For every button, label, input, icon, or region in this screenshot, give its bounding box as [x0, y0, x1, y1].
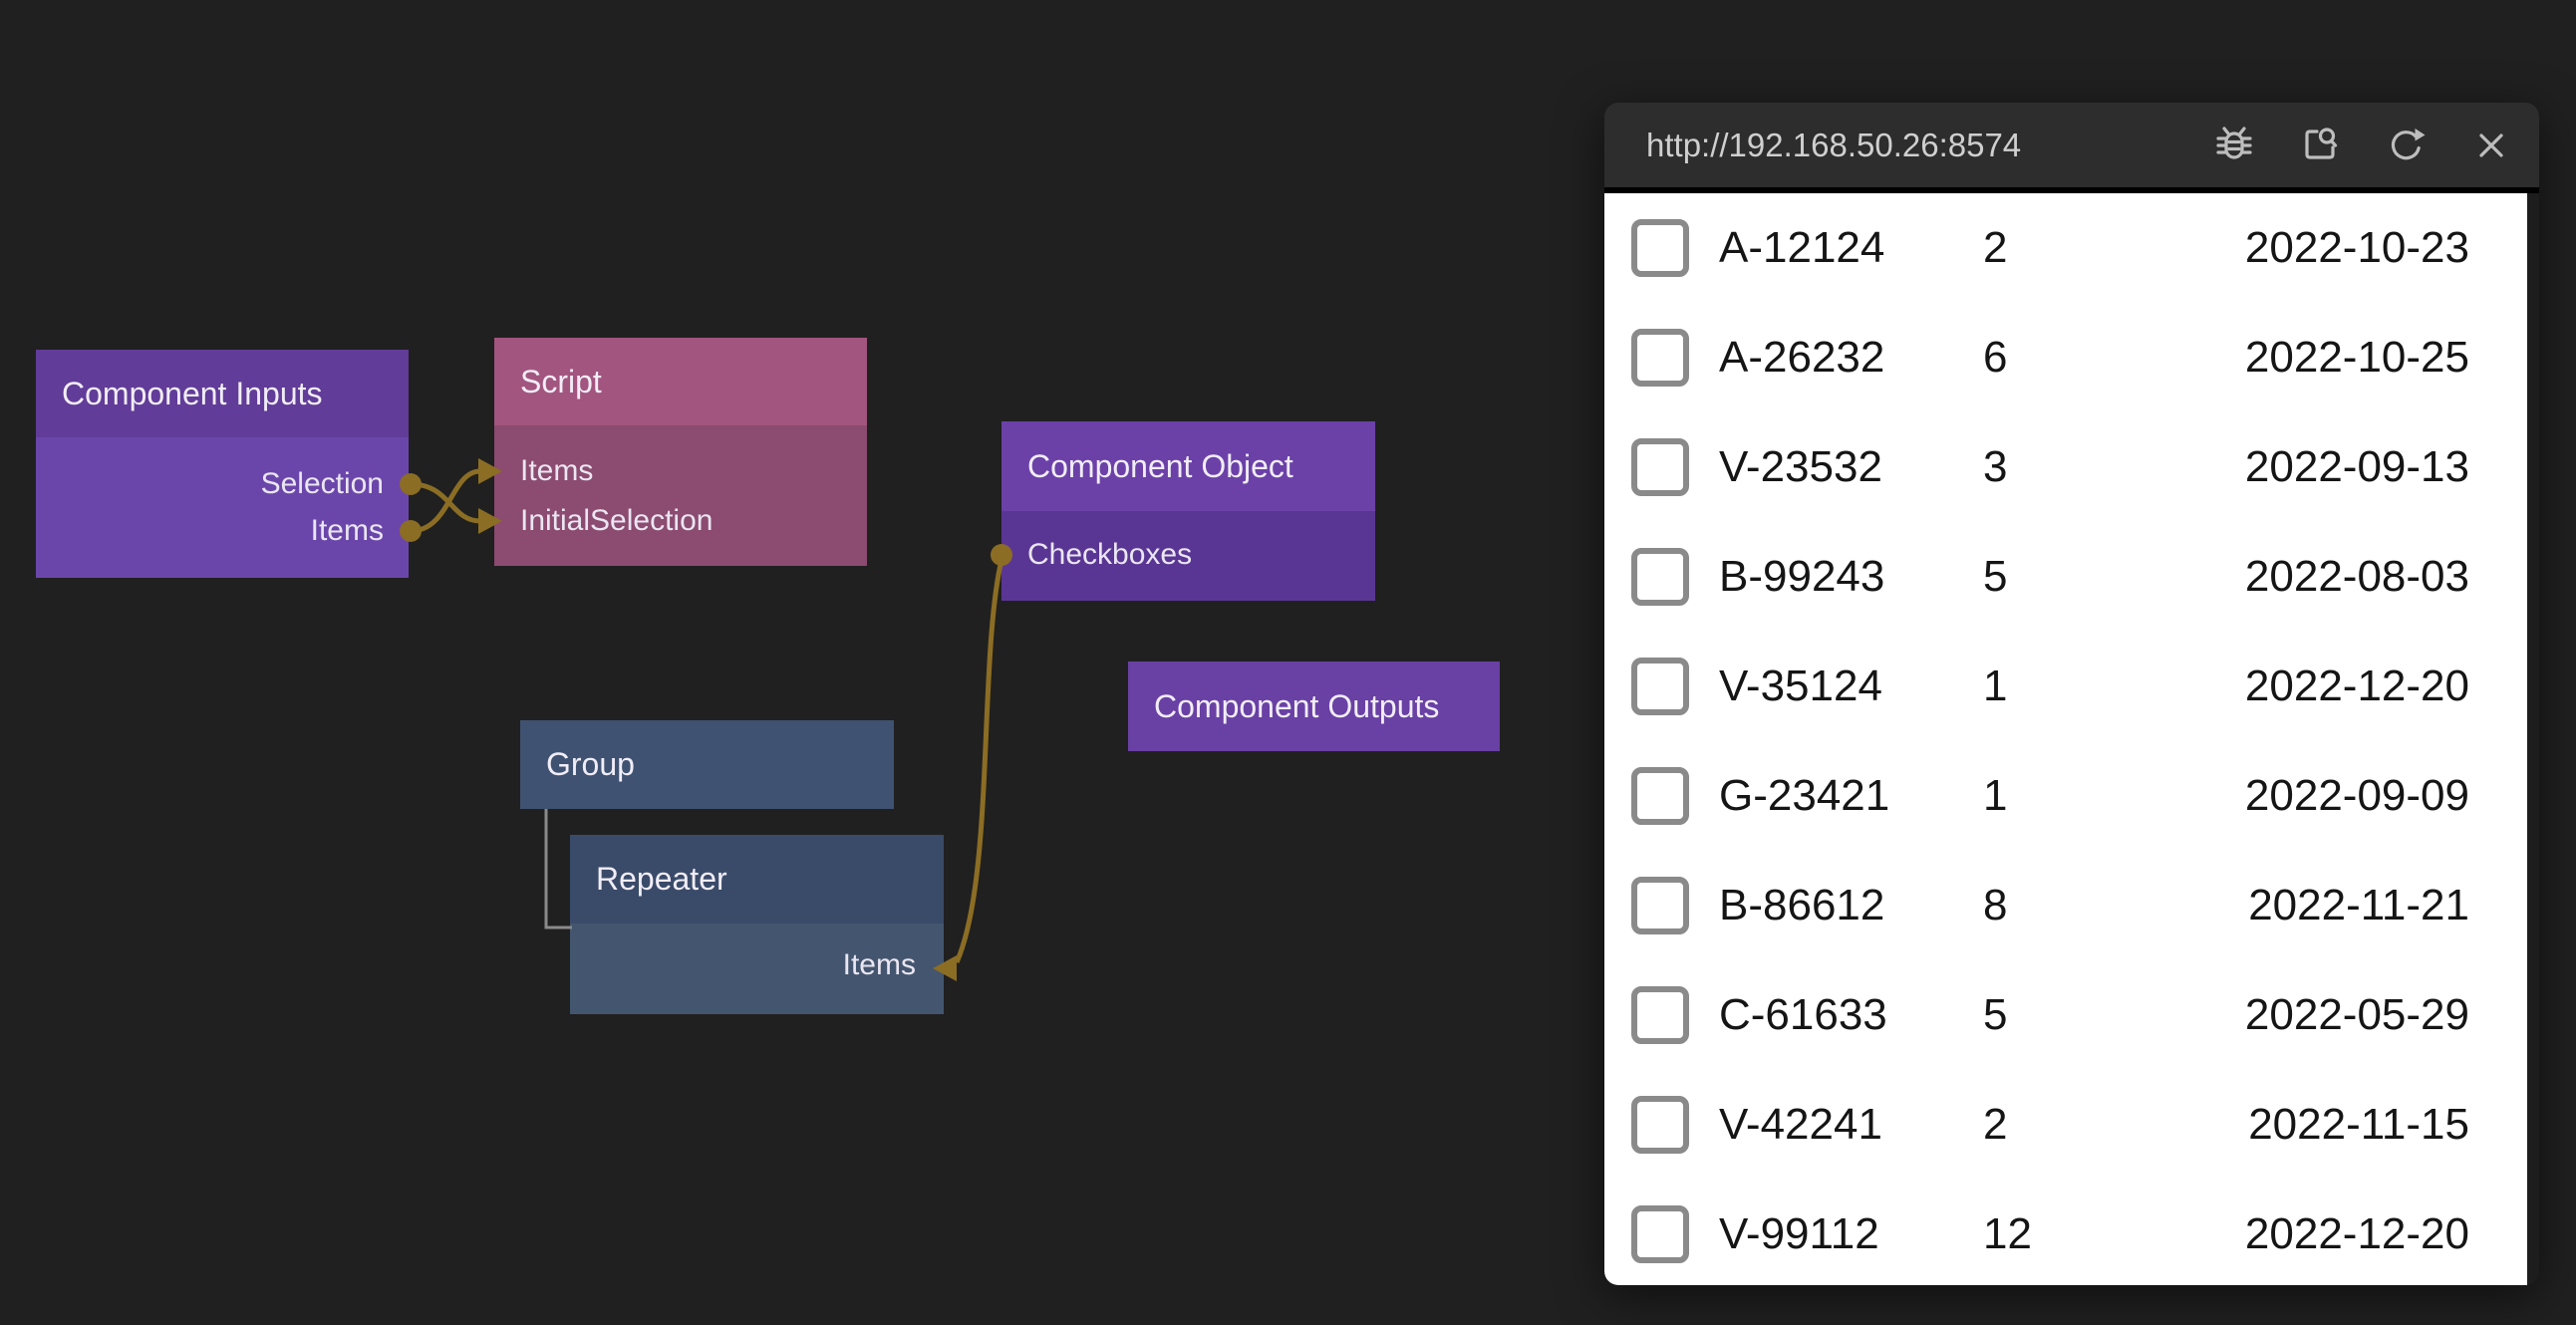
wire-selection-initialselection[interactable]	[411, 484, 480, 521]
node-group[interactable]: Group	[520, 720, 894, 809]
inspect-page-icon	[2298, 124, 2342, 167]
node-component-object[interactable]: Component Object Checkboxes	[1002, 421, 1375, 601]
table-row: V-99112 12 2022-12-20	[1604, 1180, 2527, 1285]
row-date: 2022-09-13	[2245, 412, 2469, 522]
wire-checkboxes-repeater-items[interactable]	[957, 560, 1002, 962]
refresh-button[interactable]	[2384, 124, 2428, 167]
debug-button[interactable]	[2212, 124, 2256, 167]
port-items-input[interactable]: Items	[843, 948, 916, 982]
preview-toolbar: http://192.168.50.26:8574	[1604, 103, 2539, 187]
node-script[interactable]: Script Items InitialSelection	[494, 338, 867, 566]
row-quantity: 5	[1983, 522, 2007, 632]
wire-items-items[interactable]	[411, 471, 480, 531]
inspect-page-button[interactable]	[2298, 124, 2342, 167]
node-component-outputs[interactable]: Component Outputs	[1128, 662, 1500, 751]
node-title: Group	[520, 720, 894, 809]
node-title: Repeater	[570, 835, 944, 924]
row-checkbox[interactable]	[1631, 548, 1689, 606]
row-id: V-23532	[1719, 412, 1882, 522]
row-id: C-61633	[1719, 960, 1887, 1070]
row-date: 2022-09-09	[2245, 741, 2469, 851]
row-quantity: 12	[1983, 1180, 2032, 1285]
row-checkbox[interactable]	[1631, 329, 1689, 387]
preview-panel: http://192.168.50.26:8574	[1604, 103, 2539, 1285]
table-row: A-12124 2 2022-10-23	[1604, 193, 2527, 303]
row-checkbox[interactable]	[1631, 1096, 1689, 1154]
table-row: V-35124 1 2022-12-20	[1604, 632, 2527, 741]
row-id: V-99112	[1719, 1180, 1879, 1285]
bug-icon	[2212, 124, 2256, 167]
row-quantity: 3	[1983, 412, 2007, 522]
table-row: C-61633 5 2022-05-29	[1604, 960, 2527, 1070]
port-items-output[interactable]: Items	[311, 514, 384, 548]
row-quantity: 5	[1983, 960, 2007, 1070]
table-row: V-23532 3 2022-09-13	[1604, 412, 2527, 522]
node-component-inputs[interactable]: Component Inputs Selection Items	[36, 350, 409, 578]
table-row: B-99243 5 2022-08-03	[1604, 522, 2527, 632]
row-id: G-23421	[1719, 741, 1889, 851]
row-quantity: 1	[1983, 741, 2007, 851]
close-icon	[2469, 124, 2513, 167]
items-list: A-12124 2 2022-10-23 A-26232 6 2022-10-2…	[1604, 193, 2527, 1285]
row-quantity: 2	[1983, 1070, 2007, 1180]
preview-content-frame: A-12124 2 2022-10-23 A-26232 6 2022-10-2…	[1604, 193, 2539, 1285]
row-date: 2022-08-03	[2245, 522, 2469, 632]
node-repeater[interactable]: Repeater Items	[570, 835, 944, 1014]
toolbar-buttons	[2212, 124, 2539, 167]
row-date: 2022-12-20	[2245, 1180, 2469, 1285]
table-row: A-26232 6 2022-10-25	[1604, 303, 2527, 412]
row-checkbox[interactable]	[1631, 1205, 1689, 1263]
node-body: Selection Items	[36, 437, 409, 578]
row-date: 2022-10-25	[2245, 303, 2469, 412]
row-id: A-26232	[1719, 303, 1884, 412]
row-date: 2022-11-15	[2248, 1070, 2469, 1180]
row-checkbox[interactable]	[1631, 219, 1689, 277]
row-date: 2022-05-29	[2245, 960, 2469, 1070]
node-title: Component Outputs	[1128, 662, 1500, 751]
row-checkbox[interactable]	[1631, 877, 1689, 934]
close-button[interactable]	[2469, 124, 2513, 167]
row-quantity: 1	[1983, 632, 2007, 741]
node-title: Component Inputs	[36, 350, 409, 437]
row-id: V-42241	[1719, 1070, 1882, 1180]
row-quantity: 6	[1983, 303, 2007, 412]
node-body: Items InitialSelection	[494, 425, 867, 566]
node-title: Component Object	[1002, 421, 1375, 511]
row-id: V-35124	[1719, 632, 1882, 741]
row-checkbox[interactable]	[1631, 658, 1689, 715]
port-checkboxes-input[interactable]: Checkboxes	[1027, 538, 1192, 572]
row-date: 2022-11-21	[2248, 851, 2469, 960]
table-row: V-42241 2 2022-11-15	[1604, 1070, 2527, 1180]
row-id: B-99243	[1719, 522, 1884, 632]
url-field[interactable]: http://192.168.50.26:8574	[1646, 127, 2212, 164]
table-row: G-23421 1 2022-09-09	[1604, 741, 2527, 851]
row-date: 2022-10-23	[2245, 193, 2469, 303]
port-selection-output[interactable]: Selection	[261, 467, 384, 501]
group-repeater-connector	[546, 809, 572, 928]
port-initialselection-input[interactable]: InitialSelection	[520, 504, 713, 538]
node-body: Items	[570, 924, 944, 1014]
node-body: Checkboxes	[1002, 511, 1375, 601]
table-row: B-86612 8 2022-11-21	[1604, 851, 2527, 960]
row-id: A-12124	[1719, 193, 1884, 303]
node-title: Script	[494, 338, 867, 425]
row-date: 2022-12-20	[2245, 632, 2469, 741]
preview-page: A-12124 2 2022-10-23 A-26232 6 2022-10-2…	[1604, 193, 2527, 1285]
row-checkbox[interactable]	[1631, 438, 1689, 496]
refresh-icon	[2384, 124, 2428, 167]
row-quantity: 8	[1983, 851, 2007, 960]
row-checkbox[interactable]	[1631, 986, 1689, 1044]
port-items-input[interactable]: Items	[520, 454, 593, 488]
row-checkbox[interactable]	[1631, 767, 1689, 825]
row-quantity: 2	[1983, 193, 2007, 303]
row-id: B-86612	[1719, 851, 1884, 960]
